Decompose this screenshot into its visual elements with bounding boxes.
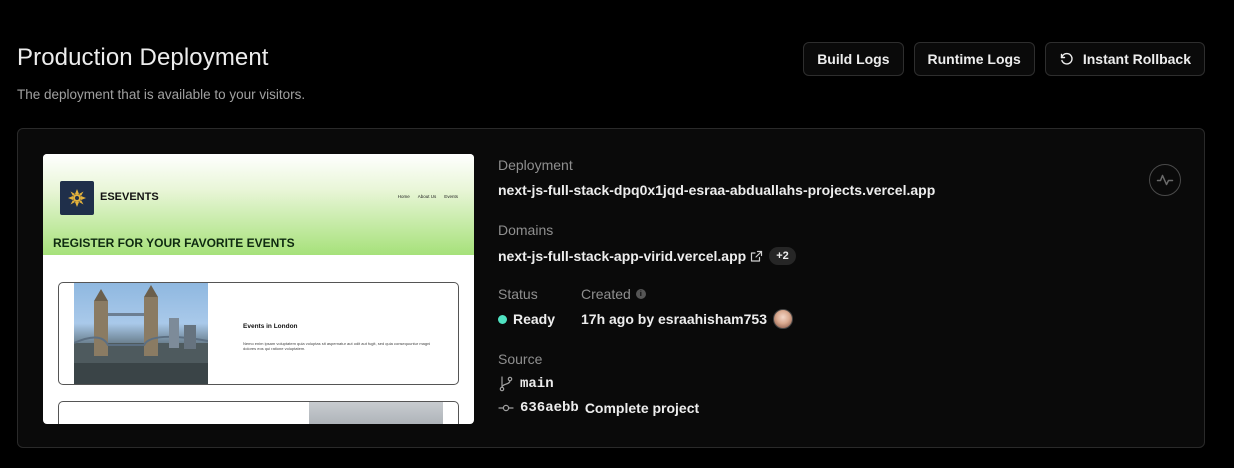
git-commit-icon xyxy=(498,400,514,416)
created-label-row: Created i xyxy=(581,286,646,302)
source-label: Source xyxy=(498,351,543,367)
commit-message: Complete project xyxy=(584,400,700,416)
rotate-ccw-icon xyxy=(1059,51,1075,67)
created-label: Created xyxy=(581,286,631,302)
preview-headline: REGISTER FOR YOUR FAVORITE EVENTS xyxy=(53,236,295,250)
commit-hash-link[interactable]: 636aebb xyxy=(520,400,579,416)
page-subtitle: The deployment that is available to your… xyxy=(17,87,306,102)
domain-link[interactable]: next-js-full-stack-app-virid.vercel.app xyxy=(498,248,746,264)
status-value-row: Ready xyxy=(498,311,555,327)
build-logs-label: Build Logs xyxy=(817,51,890,67)
preview-brand: ESEVENTS xyxy=(100,191,159,203)
preview-nav: Home About Us Events xyxy=(398,194,458,199)
commit-row: 636aebb Complete project xyxy=(498,400,699,416)
preview-nav-home: Home xyxy=(397,194,410,199)
deployment-url: next-js-full-stack-dpq0x1jqd-esraa-abdua… xyxy=(498,182,936,198)
avatar[interactable] xyxy=(773,309,793,329)
runtime-logs-button[interactable]: Runtime Logs xyxy=(913,42,1035,76)
preview-event-title: Events in London xyxy=(243,323,298,330)
preview-event-card-2 xyxy=(58,401,459,424)
preview-nav-about: About Us xyxy=(417,194,437,199)
branch-link[interactable]: main xyxy=(520,376,554,392)
deployment-preview[interactable]: ESEVENTS Home About Us Events REGISTER F… xyxy=(43,154,474,424)
header-actions: Build Logs Runtime Logs Instant Rollback xyxy=(803,42,1205,76)
preview-event-image xyxy=(73,283,209,384)
preview-event-image-2 xyxy=(309,402,443,424)
deployment-card: ESEVENTS Home About Us Events REGISTER F… xyxy=(17,128,1205,448)
build-logs-button[interactable]: Build Logs xyxy=(803,42,904,76)
external-link-icon[interactable] xyxy=(750,250,763,263)
page-header: Production Deployment xyxy=(17,44,269,72)
deployment-label: Deployment xyxy=(498,157,573,173)
preview-event-text: Nemo enim ipsam voluptatem quia voluptas… xyxy=(243,341,431,351)
git-branch-icon xyxy=(498,376,514,392)
branch-row: main xyxy=(498,376,554,392)
status-dot xyxy=(498,314,507,324)
page-title: Production Deployment xyxy=(17,44,269,71)
activity-icon[interactable] xyxy=(1149,164,1181,196)
instant-rollback-button[interactable]: Instant Rollback xyxy=(1044,42,1205,76)
preview-logo xyxy=(60,181,94,215)
runtime-logs-label: Runtime Logs xyxy=(927,51,1021,67)
status-value: Ready xyxy=(513,311,556,327)
created-value-row: 17h ago by esraahisham753 xyxy=(581,309,793,329)
domains-more-badge[interactable]: +2 xyxy=(769,247,796,265)
status-label: Status xyxy=(498,286,538,302)
created-value: 17h ago by esraahisham753 xyxy=(581,311,767,327)
domains-row: next-js-full-stack-app-virid.vercel.app … xyxy=(498,247,796,265)
preview-event-card: Events in London Nemo enim ipsam volupta… xyxy=(58,282,459,385)
domains-label: Domains xyxy=(498,222,554,238)
info-icon[interactable]: i xyxy=(635,289,646,299)
preview-nav-events: Events xyxy=(444,194,458,199)
deployment-url-link[interactable]: next-js-full-stack-dpq0x1jqd-esraa-abdua… xyxy=(498,182,935,198)
instant-rollback-label: Instant Rollback xyxy=(1082,51,1191,67)
